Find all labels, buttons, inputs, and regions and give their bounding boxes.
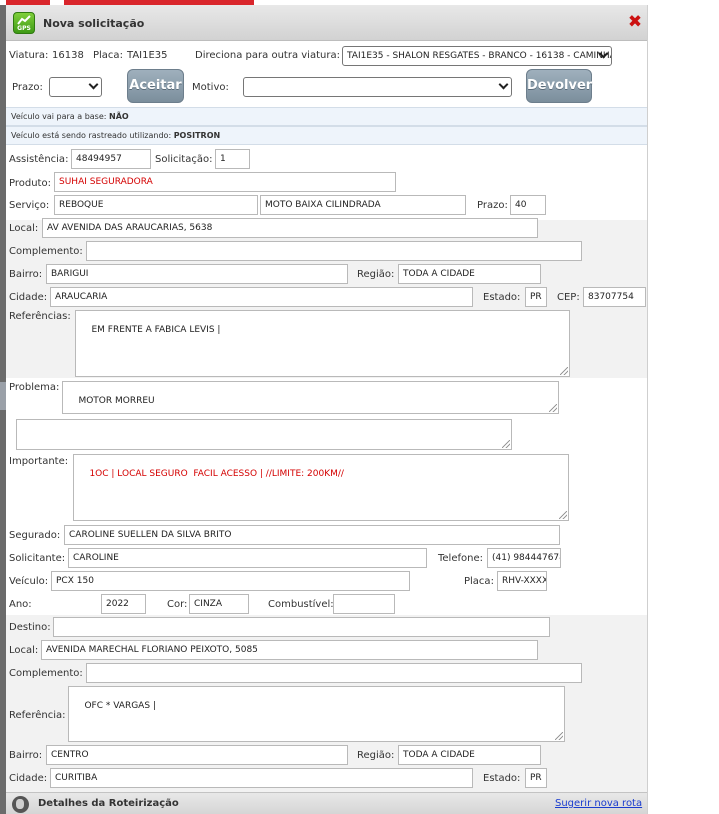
destino-referencia-textarea[interactable]: OFC * VARGAS |: [68, 686, 565, 742]
prazo-label: Prazo:: [12, 82, 43, 93]
referencias-textarea[interactable]: EM FRENTE A FABICA LEVIS |: [75, 310, 570, 377]
referencias-label: Referências:: [9, 311, 71, 322]
viatura-label: Viatura:: [9, 50, 49, 61]
destino-local-label: Local:: [9, 645, 39, 656]
direciona-label: Direciona para outra viatura:: [195, 50, 340, 61]
servico-field[interactable]: REBOQUE: [54, 195, 258, 215]
cep-label: CEP:: [557, 292, 580, 303]
problema-textarea[interactable]: MOTOR MORREU: [62, 381, 559, 414]
cidade-label: Cidade:: [9, 292, 48, 303]
combustivel-label: Combustível:: [268, 599, 334, 610]
resize-handle[interactable]: [560, 367, 568, 375]
destino-estado-label: Estado:: [483, 773, 521, 784]
prazo-select[interactable]: [49, 77, 102, 97]
resize-handle[interactable]: [555, 732, 563, 740]
direciona-select[interactable]: TAI1E35 - SHALON RESGATES - BRANCO - 161…: [342, 46, 612, 66]
telefone-field[interactable]: (41) 984447678: [487, 548, 561, 568]
destino-field[interactable]: [53, 617, 550, 637]
roteirizacao-header[interactable]: Detalhes da Roteirização Sugerir nova ro…: [6, 792, 647, 814]
solicitacao-field[interactable]: 1: [215, 149, 250, 169]
servico-detalhe-field[interactable]: MOTO BAIXA CILINDRADA: [260, 195, 466, 215]
destino-bairro-label: Bairro:: [9, 750, 43, 761]
viatura-value: 16138: [52, 50, 84, 61]
resize-handle[interactable]: [559, 511, 567, 519]
placa-value: TAI1E35: [127, 50, 168, 61]
destino-local-field[interactable]: AVENIDA MARECHAL FLORIANO PEIXOTO, 5085: [41, 640, 538, 660]
destino-complemento-label: Complemento:: [9, 668, 83, 679]
sugerir-rota-link[interactable]: Sugerir nova rota: [555, 798, 642, 809]
placa-label: Placa:: [93, 50, 123, 61]
destino-cidade-label: Cidade:: [9, 773, 48, 784]
destino-estado-field[interactable]: PR: [525, 768, 547, 788]
veiculo-label: Veículo:: [9, 576, 49, 587]
destino-referencia-label: Referência:: [9, 710, 66, 721]
destino-regiao-label: Região:: [357, 750, 395, 761]
servico-prazo-label: Prazo:: [477, 200, 508, 211]
info-rastreio: Veículo está sendo rastreado utilizando:…: [6, 126, 647, 145]
solicitacao-label: Solicitação:: [155, 154, 213, 165]
produto-field[interactable]: SUHAI SEGURADORA: [54, 172, 396, 192]
close-icon[interactable]: ✖: [627, 14, 643, 31]
info-base-value: NÃO: [109, 112, 129, 121]
motivo-select[interactable]: [243, 77, 512, 97]
solicitante-field[interactable]: CAROLINE: [68, 548, 427, 568]
cor-field[interactable]: CINZA: [189, 594, 249, 614]
cidade-field[interactable]: ARAUCARIA: [50, 287, 473, 307]
destino-bairro-field[interactable]: CENTRO: [46, 745, 348, 765]
local-label: Local:: [9, 223, 39, 234]
ano-label: Ano:: [9, 599, 32, 610]
solicitante-label: Solicitante:: [9, 553, 66, 564]
bairro-label: Bairro:: [9, 269, 43, 280]
destino-cidade-field[interactable]: CURITIBA: [50, 768, 473, 788]
resize-handle[interactable]: [549, 404, 557, 412]
assistencia-field[interactable]: 48494957: [71, 149, 151, 169]
servico-label: Serviço:: [9, 200, 50, 211]
complemento-label: Complemento:: [9, 246, 83, 257]
cor-label: Cor:: [167, 599, 188, 610]
regiao-field[interactable]: TODA A CIDADE: [398, 264, 541, 284]
bairro-field[interactable]: BARIGUI: [46, 264, 348, 284]
problema-extra-textarea[interactable]: [16, 419, 512, 450]
importante-label: Importante:: [9, 456, 69, 467]
info-base: Veículo vai para a base: NÃO: [6, 107, 647, 126]
devolver-button[interactable]: Devolver: [526, 69, 592, 103]
aceitar-button[interactable]: Aceitar: [127, 69, 184, 103]
nova-solicitacao-dialog: GPS Nova solicitação ✖ Viatura: 16138 Pl…: [6, 5, 648, 814]
roteirizacao-title: Detalhes da Roteirização: [38, 798, 179, 809]
dialog-title: Nova solicitação: [43, 17, 145, 30]
produto-label: Produto:: [9, 178, 51, 189]
servico-prazo-field[interactable]: 40: [510, 195, 546, 215]
resize-handle[interactable]: [502, 440, 510, 448]
destino-regiao-field[interactable]: TODA A CIDADE: [398, 745, 541, 765]
problema-label: Problema:: [9, 382, 60, 393]
estado-label: Estado:: [483, 292, 521, 303]
globe-icon: [12, 796, 29, 813]
estado-field[interactable]: PR: [525, 287, 547, 307]
destino-label: Destino:: [9, 622, 51, 633]
combustivel-field[interactable]: [333, 594, 395, 614]
importante-textarea[interactable]: 1OC | LOCAL SEGURO FACIL ACESSO | //LIMI…: [73, 454, 569, 521]
destino-complemento-field[interactable]: [86, 663, 582, 683]
segurado-field[interactable]: CAROLINE SUELLEN DA SILVA BRITO: [64, 525, 560, 545]
assistencia-label: Assistência:: [9, 154, 69, 165]
cep-field[interactable]: 83707754: [583, 287, 646, 307]
regiao-label: Região:: [357, 269, 395, 280]
veiculo-placa-field[interactable]: RHV-XXXX: [497, 571, 547, 591]
gps-icon: GPS: [13, 12, 35, 34]
info-rastreio-value: POSITRON: [173, 131, 221, 140]
ano-field[interactable]: 2022: [101, 594, 146, 614]
chevron-down-icon: [498, 79, 509, 90]
motivo-label: Motivo:: [192, 82, 229, 93]
veiculo-field[interactable]: PCX 150: [51, 571, 410, 591]
segurado-label: Segurado:: [9, 530, 61, 541]
direciona-selected-value: TAI1E35 - SHALON RESGATES - BRANCO - 161…: [347, 51, 612, 61]
veiculo-placa-label: Placa:: [464, 576, 494, 587]
telefone-label: Telefone:: [438, 553, 483, 564]
complemento-field[interactable]: [86, 241, 582, 261]
chevron-down-icon: [88, 79, 99, 90]
local-field[interactable]: AV AVENIDA DAS ARAUCARIAS, 5638: [42, 218, 538, 238]
dialog-titlebar: GPS Nova solicitação ✖: [6, 5, 647, 41]
